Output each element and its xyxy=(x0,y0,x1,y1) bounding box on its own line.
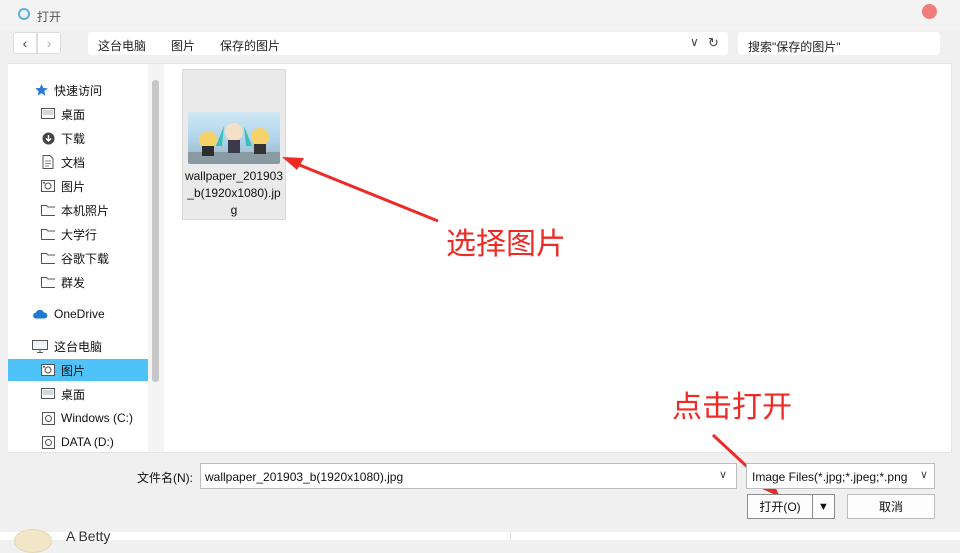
annotation-arrows xyxy=(282,157,780,497)
open-button[interactable]: 打开(O) xyxy=(747,494,813,519)
annotation-click-open: 点击打开 xyxy=(672,390,792,425)
background-app xyxy=(0,532,960,540)
filename-input[interactable]: wallpaper_201903_b(1920x1080).jpg xyxy=(200,463,737,489)
annotation-select-image: 选择图片 xyxy=(446,227,566,262)
divider xyxy=(510,532,511,540)
filetype-select[interactable]: Image Files(*.jpg;*.jpeg;*.png xyxy=(746,463,935,489)
arrow-to-image xyxy=(282,157,439,223)
chevron-down-icon[interactable]: ∨ xyxy=(920,468,929,481)
caret-down-icon: ▼ xyxy=(818,500,829,513)
contact-name: A Betty xyxy=(66,528,111,544)
open-dropdown-button[interactable]: ▼ xyxy=(813,494,835,519)
cancel-button[interactable]: 取消 xyxy=(847,494,935,519)
filename-label: 文件名(N): xyxy=(137,471,193,485)
avatar xyxy=(14,529,52,553)
chevron-down-icon[interactable]: ∨ xyxy=(719,468,727,481)
